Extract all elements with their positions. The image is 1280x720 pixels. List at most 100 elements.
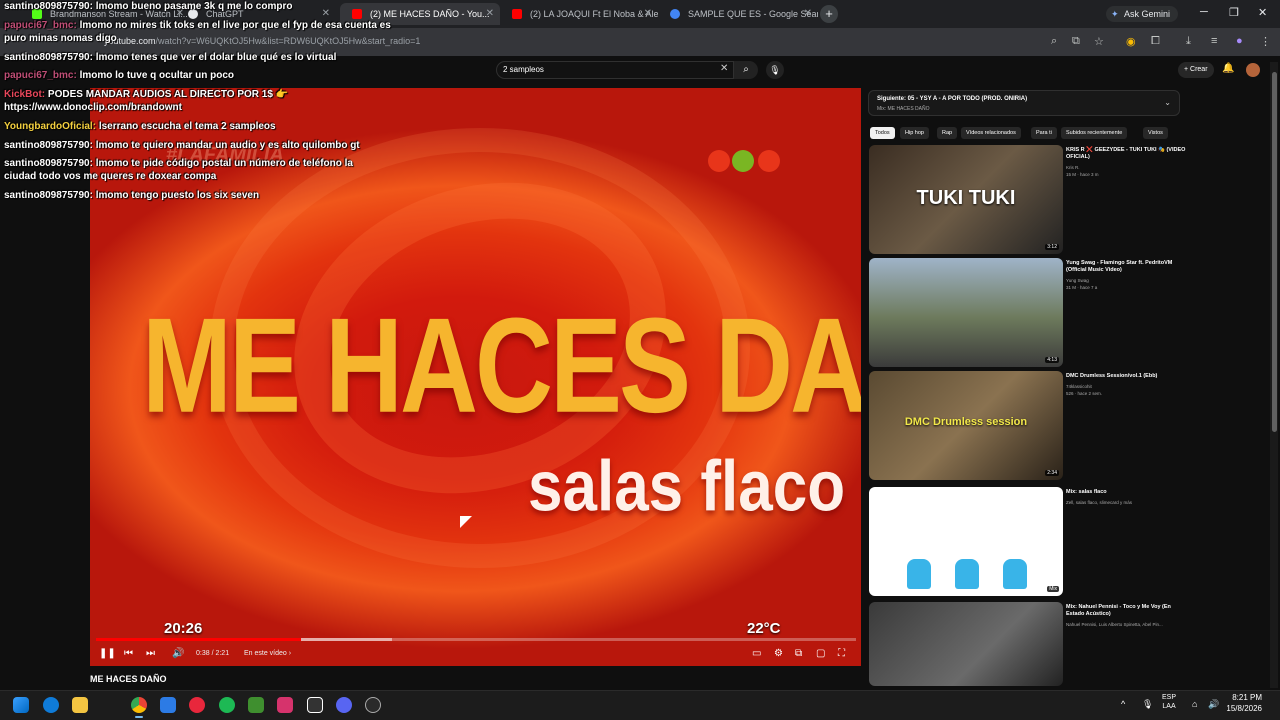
video-dot-decoration [732, 150, 754, 172]
mic-icon: 🎙 [769, 65, 781, 75]
pause-icon[interactable]: ❚❚ [99, 648, 116, 659]
network-icon[interactable]: ⌂ [1192, 699, 1197, 709]
visual-studio-code-icon[interactable] [160, 697, 176, 713]
minimize-icon[interactable]: ─ [1200, 6, 1208, 18]
profile-avatar[interactable]: ● [1236, 35, 1243, 47]
capcut-icon[interactable] [307, 697, 323, 713]
filter-chip[interactable]: Hip hop [900, 127, 929, 139]
thumbnail-text: TUKI TUKI [916, 187, 1016, 209]
volume-icon[interactable]: 🔊 [172, 648, 184, 659]
video-thumbnail[interactable] [869, 602, 1063, 686]
tray-chevron-up-icon[interactable]: ^ [1121, 699, 1125, 709]
new-tab-button[interactable]: + [820, 5, 838, 23]
filter-chip[interactable]: Para ti [1031, 127, 1057, 139]
clear-search-icon[interactable]: ✕ [720, 63, 728, 74]
chat-text: lmomo lo tuve q ocultar un poco [76, 70, 235, 81]
theater-mode-icon[interactable]: ▢ [816, 648, 825, 659]
thumbnail-text: DMC Drumless session [904, 416, 1028, 428]
tab-la-joaqui[interactable]: (2) LA JOAQUI Ft El Noba & Ale... ✕ [500, 3, 658, 25]
miniplayer-icon[interactable]: ⧉ [795, 648, 802, 659]
video-title-link[interactable]: DMC Drumless Session/vol.1 (Ebb) [1066, 373, 1186, 380]
start-windows-icon[interactable] [13, 697, 29, 713]
download-icon[interactable]: ⤓ [1186, 35, 1191, 48]
channel-name[interactable]: 74klassicohit [1066, 384, 1186, 391]
tab-sample-que-es[interactable]: SAMPLE QUE ES - Google Search ✕ [658, 3, 818, 25]
subtitles-icon[interactable]: ▭ [752, 648, 761, 659]
tiktok-icon[interactable] [277, 697, 293, 713]
chat-username: papuci67_bmc: [4, 70, 77, 81]
voice-search-button[interactable]: 🎙 [766, 61, 784, 79]
media-player-icon[interactable] [189, 697, 205, 713]
edge-icon[interactable] [43, 697, 59, 713]
fullscreen-icon[interactable]: ⛶ [838, 648, 845, 659]
create-button[interactable]: + Crear [1178, 62, 1214, 78]
discord-icon[interactable] [336, 697, 352, 713]
extension-icon[interactable]: ◉ [1126, 35, 1136, 48]
settings-gear-icon[interactable]: ⚙ [774, 648, 783, 659]
video-thumbnail[interactable]: TUKI TUKI 3:12 [869, 145, 1063, 254]
tab-label: (2) ME HACES DAÑO - You... [370, 9, 490, 19]
volume-tray-icon[interactable]: 🔊 [1208, 699, 1219, 710]
filter-chip[interactable]: Todos [870, 127, 895, 139]
notifications-bell-icon[interactable]: 🔔 [1222, 63, 1234, 74]
search-input[interactable]: 2 sampleos [496, 61, 734, 79]
progress-played[interactable] [96, 638, 302, 641]
video-title-link[interactable]: Mix: Nahuel Pennisi - Toco y Me Voy (En … [1066, 604, 1186, 619]
zoom-icon[interactable]: ⌕ [1051, 35, 1057, 48]
tab-label: SAMPLE QUE ES - Google Search [688, 9, 818, 19]
file-explorer-icon[interactable] [72, 697, 88, 713]
filter-chip[interactable]: Vídeos relacionados [961, 127, 1021, 139]
filter-chip[interactable]: Vistos [1143, 127, 1168, 139]
menu-dots-icon[interactable]: ⋮ [1260, 35, 1271, 48]
search-button[interactable]: ⌕ [734, 61, 758, 79]
previous-icon[interactable]: ⏮ [124, 648, 133, 659]
ask-gemini-label: Ask Gemini [1124, 9, 1171, 19]
video-thumbnail[interactable]: DMC Drumless session 2:34 [869, 371, 1063, 480]
ask-gemini-button[interactable]: ✦ Ask Gemini [1106, 6, 1179, 22]
channel-name[interactable]: Nahuel Pennisi, Luis Alberto Spinetta, A… [1066, 622, 1186, 629]
scrollbar-thumb[interactable] [1272, 72, 1277, 432]
tab-search-icon[interactable]: ≡ [1211, 35, 1217, 47]
filter-chip[interactable]: Rap [937, 127, 958, 139]
settings-gear-icon[interactable] [365, 697, 381, 713]
url-path: /watch?v=W6UQKtOJ5Hw&list=RDW6UQKtOJ5Hw&… [155, 36, 421, 46]
video-title: ME HACES DAÑO [90, 674, 167, 684]
taskbar-clock[interactable]: 8:21 PM 15/8/2026 [1226, 693, 1262, 715]
video-meta: Nahuel Pennisi, Luis Alberto Spinetta, A… [1066, 622, 1186, 629]
duration-badge: Mix [1047, 586, 1059, 592]
chevron-down-icon[interactable]: ⌄ [1164, 98, 1171, 107]
time-display: 0:38 / 2:21 [196, 650, 230, 657]
video-thumbnail[interactable]: 4:13 [869, 258, 1063, 367]
chapter-button[interactable]: En este vídeo › [244, 650, 291, 657]
next-icon[interactable]: ⏭ [146, 648, 155, 659]
url-field[interactable]: youtube.com/watch?v=W6UQKtOJ5Hw&list=RDW… [104, 36, 420, 46]
stream-clock-overlay: 20:26 [164, 620, 203, 637]
tab-label: (2) LA JOAQUI Ft El Noba & Ale... [530, 9, 658, 19]
channel-name[interactable]: Zell, salas flaco, slimecard y más [1066, 500, 1186, 507]
install-icon[interactable]: ⧉ [1072, 35, 1080, 48]
channel-name[interactable]: Yung Swag [1066, 278, 1186, 285]
minecraft-icon[interactable] [248, 697, 264, 713]
close-window-icon[interactable]: ✕ [1258, 6, 1267, 19]
bookmark-star-icon[interactable]: ☆ [1094, 35, 1104, 48]
up-next-playlist[interactable]: Siguiente: 05 - YSY A - A POR TODO (PROD… [868, 90, 1180, 116]
chrome-icon[interactable] [131, 697, 147, 713]
spotify-icon[interactable] [219, 697, 235, 713]
maximize-icon[interactable]: ❐ [1229, 6, 1239, 19]
video-title-link[interactable]: Mix: salas flaco [1066, 489, 1186, 496]
video-thumbnail[interactable]: Mix [869, 487, 1063, 596]
language-indicator[interactable]: ESP LAA [1162, 693, 1176, 712]
extensions-puzzle-icon[interactable]: ⧠ [1151, 35, 1160, 48]
video-meta: Zell, salas flaco, slimecard y más [1066, 500, 1186, 507]
mouse-cursor-icon [460, 516, 472, 528]
video-title-link[interactable]: Yung Swag - Flamingo Star ft. PedritoVM … [1066, 260, 1186, 275]
mic-tray-icon[interactable]: 🎙 [1142, 699, 1153, 710]
close-icon[interactable]: ✕ [804, 3, 812, 25]
close-icon[interactable]: ✕ [644, 3, 652, 25]
filter-chip[interactable]: Subidos recientemente [1061, 127, 1128, 139]
chat-username: santino809875790: [4, 52, 93, 63]
avatar[interactable] [1246, 63, 1260, 77]
channel-name[interactable]: Kris R. [1066, 165, 1186, 172]
close-icon[interactable]: ✕ [486, 3, 494, 25]
video-title-link[interactable]: KRIS R ❌ GEEZYDEE - TUKI TUKI 🎭 (VIDEO O… [1066, 147, 1186, 162]
